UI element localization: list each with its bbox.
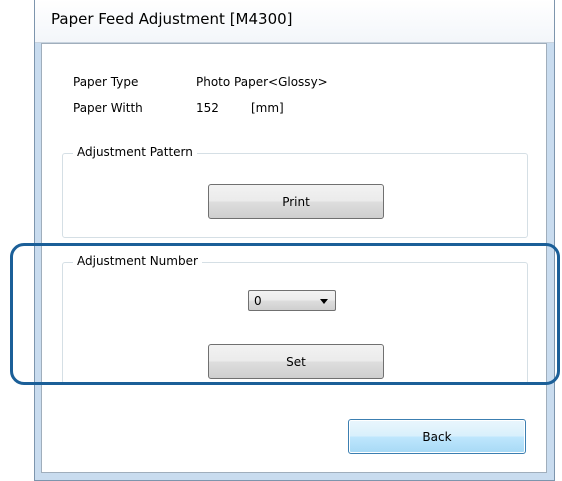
paper-type-value: Photo Paper<Glossy> (196, 75, 328, 89)
paper-type-label: Paper Type (73, 75, 139, 89)
back-button-label: Back (422, 429, 452, 444)
paper-width-label: Paper Witth (73, 101, 143, 115)
adjustment-number-group: Adjustment Number 0 Set (62, 254, 528, 384)
adjustment-number-legend: Adjustment Number (73, 254, 202, 268)
print-button[interactable]: Print (208, 184, 384, 219)
paper-width-unit: [mm] (251, 101, 284, 115)
adjustment-number-value: 0 (254, 294, 262, 308)
adjustment-number-select[interactable]: 0 (248, 290, 336, 311)
title-bar[interactable]: Paper Feed Adjustment [M4300] (35, 0, 554, 43)
set-button-label: Set (286, 354, 306, 369)
adjustment-pattern-legend: Adjustment Pattern (73, 145, 197, 159)
back-button[interactable]: Back (348, 419, 526, 454)
set-button[interactable]: Set (208, 344, 384, 379)
dialog-window: Paper Feed Adjustment [M4300] Paper Type… (34, 0, 555, 481)
paper-width-value: 152 (196, 101, 219, 115)
dialog-content: Paper Type Photo Paper<Glossy> Paper Wit… (41, 43, 547, 473)
adjustment-pattern-group: Adjustment Pattern Print (62, 145, 528, 238)
print-button-label: Print (282, 194, 310, 209)
chevron-down-icon (320, 299, 328, 304)
window-title: Paper Feed Adjustment [M4300] (51, 10, 293, 28)
